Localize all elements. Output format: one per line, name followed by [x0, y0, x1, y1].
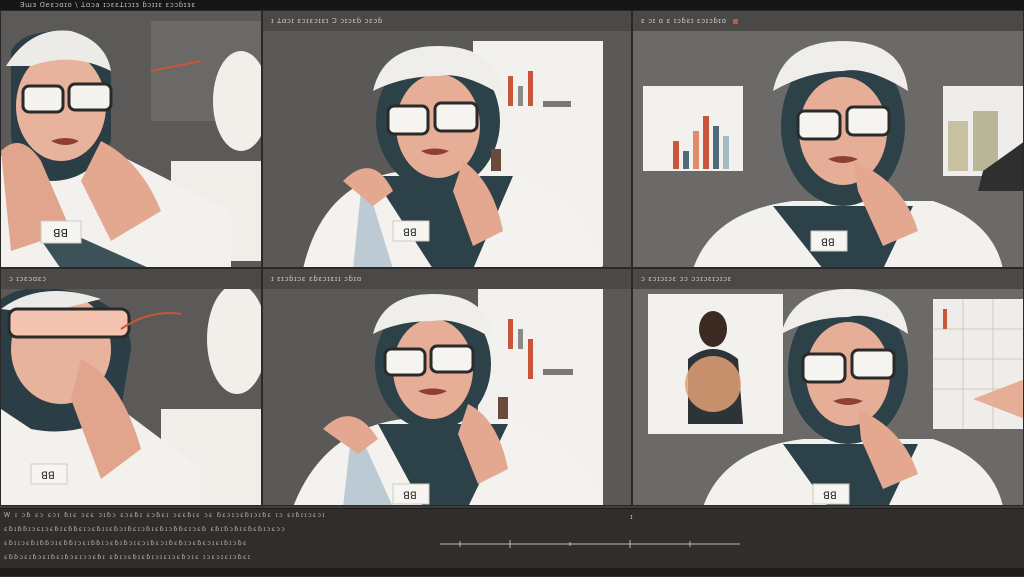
svg-text:ꓭꓭ: ꓭꓭ [41, 471, 55, 482]
timeline-row-2: ɛɓɪɓɓɪɔɛɪɔɛɓɪɛɓɓɛɪɔɛɓɪɪɛɓɔɪɓɛɪɔɓɪɛɓɪɔɓɓɛ… [4, 525, 286, 533]
panel-header-3: ɛ ɔɪ ɑ ɛ ɪɔɓɛɪ ɛɔɪɔɓɪɑ [633, 11, 1023, 31]
video-frame-5: ꓭꓭ [263, 289, 631, 505]
record-indicator [732, 18, 738, 24]
menu-bar[interactable]: Ǝɯɜ ᗡeɛɔɑɪo \ ꓕɑɔa ɪɔɛɛꓕɪɔɪɜ ɓɔɪɪɛ ɛɔɔɓɪ… [0, 0, 270, 10]
panel-title-4: ɔ ɪɔɛɔɑɛɔ [9, 275, 47, 283]
video-frame-6: ꓭꓭ [633, 289, 1023, 505]
video-panel-5[interactable]: ɪ ɛɪɔɓɪɔɛ ɛɓɛɔɪɛɪɪ ɔɓɪɑ ꓭꓭ [262, 268, 632, 506]
video-frame-4: ꓭꓭ [1, 289, 261, 505]
panel-header-5: ɪ ɛɪɔɓɪɔɛ ɛɓɛɔɪɛɪɪ ɔɓɪɑ [263, 269, 631, 289]
panel-title-3: ɛ ɔɪ ɑ ɛ ɪɔɓɛɪ ɛɔɪɔɓɪɑ [641, 17, 727, 25]
panel-header-6: ɔ ɛɔɪɔɪɔɛ ɔɔ ɔɔɪɔɛɪɔɪɔɛ [633, 269, 1023, 289]
timeline-row-3: ɛɓɪɪɔɛɓɪɓɓɔɪɛɓɓɪɔɛɪɓɓɪɔɛɓɪɓɔɪɛɔɪɓɛɔɪɓɛɓɪ… [4, 539, 248, 547]
video-panel-2[interactable]: ɪ ꓕɑɔɪ ɛɔɪɛɔɪɛɪ Ɔ ɔɪɔɛɓ ɔɛɔɓ ꓭꓭ [262, 10, 632, 268]
svg-text:ꓭꓭ: ꓭꓭ [53, 227, 68, 240]
panel-title-6: ɔ ɛɔɪɔɪɔɛ ɔɔ ɔɔɪɔɛɪɔɪɔɛ [641, 275, 732, 283]
timeline-marker[interactable]: ɪ [630, 513, 633, 521]
svg-text:ꓭꓭ: ꓭꓭ [403, 228, 417, 239]
video-panel-4[interactable]: ɔ ɪɔɛɔɑɛɔ ꓭꓭ [0, 268, 262, 506]
svg-text:ꓭꓭ: ꓭꓭ [403, 491, 417, 502]
panel-header-2: ɪ ꓕɑɔɪ ɛɔɪɛɔɪɛɪ Ɔ ɔɪɔɛɓ ɔɛɔɓ [263, 11, 631, 31]
panel-title-5: ɪ ɛɪɔɓɪɔɛ ɛɓɛɔɪɛɪɪ ɔɓɪɑ [271, 275, 362, 283]
svg-text:ꓭꓭ: ꓭꓭ [823, 491, 837, 502]
video-panel-6[interactable]: ɔ ɛɔɪɔɪɔɛ ɔɔ ɔɔɪɔɛɪɔɪɔɛ ꓭꓭ [632, 268, 1024, 506]
timeline-row-4: ɛɓɓɔɛɪɓɔɛɪɓɛɪɓɔɛɪɔɔɛɓɪ ɛɓɪɔɛɓɪɛɓɪɔɪɛɪɔɛɓ… [4, 553, 252, 561]
svg-text:ꓭꓭ: ꓭꓭ [821, 238, 835, 249]
status-bar [0, 568, 1024, 576]
video-panel-1[interactable]: ꓭꓭ [0, 10, 262, 268]
video-panel-3[interactable]: ɛ ɔɪ ɑ ɛ ɪɔɓɛɪ ɛɔɪɔɓɪɑ ꓭꓭ [632, 10, 1024, 268]
panel-header-4: ɔ ɪɔɛɔɑɛɔ [1, 269, 261, 289]
video-frame-2: ꓭꓭ [263, 31, 631, 267]
audio-waveform[interactable] [440, 539, 740, 549]
timeline-row-1: Ꮃ ɪ ɔɓ ɛɔ ɛɔɪ ɓɪɛ ɔɛɛ ɔɪɓɔ ɛɔɛɓɪ ɛɔɓɛɪ ɔ… [4, 511, 326, 519]
video-frame-3: ꓭꓭ [633, 31, 1023, 267]
video-frame-1: ꓭꓭ [1, 11, 261, 267]
timeline-panel[interactable]: Ꮃ ɪ ɔɓ ɛɔ ɛɔɪ ɓɪɛ ɔɛɛ ɔɪɓɔ ɛɔɛɓɪ ɛɔɓɛɪ ɔ… [0, 508, 1024, 577]
panel-title-2: ɪ ꓕɑɔɪ ɛɔɪɛɔɪɛɪ Ɔ ɔɪɔɛɓ ɔɛɔɓ [271, 17, 383, 25]
